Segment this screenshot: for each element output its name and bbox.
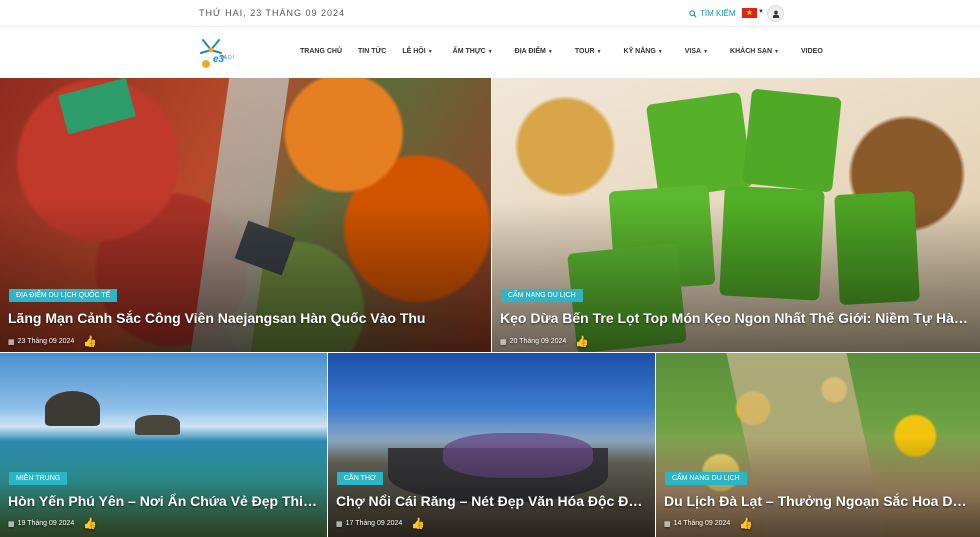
card-shade (0, 201, 491, 352)
top-bar: THỨ HAI, 23 THÁNG 09 2024 TÌM KIẾM ★ ▼ (0, 0, 980, 26)
nav-item-9[interactable]: VIDEO (801, 48, 823, 55)
thumbs-up-icon[interactable]: 👍 (411, 517, 425, 530)
nav-item-label: KHÁCH SẠN (730, 48, 773, 55)
green-candy-shape (742, 88, 842, 193)
nav-item-7[interactable]: VISA ▼ (685, 48, 708, 55)
calendar-icon: ▦ (336, 520, 343, 528)
card-shade (492, 201, 980, 352)
nav-item-label: KỸ NĂNG (623, 48, 656, 55)
user-icon[interactable] (767, 5, 784, 22)
category-badge[interactable]: CẨM NANG DU LỊCH (501, 289, 583, 302)
article-date: 17 Tháng 09 2024 (345, 520, 403, 527)
nav-item-5[interactable]: TOUR ▼ (575, 48, 602, 55)
calendar-icon: ▦ (8, 520, 15, 528)
article-card-da-lat[interactable]: CẨM NANG DU LỊCH Du Lịch Đà Lạt – Thưởng… (656, 353, 980, 537)
article-date: 20 Tháng 09 2024 (509, 338, 567, 345)
calendar-icon: ▦ (500, 338, 507, 346)
article-title[interactable]: Hòn Yến Phú Yên – Nơi Ẩn Chứa Vẻ Đẹp Thi… (8, 493, 320, 509)
calendar-icon: ▦ (8, 338, 15, 346)
green-candy-shape (645, 91, 754, 200)
article-meta: ▦ 14 Tháng 09 2024 👍 (664, 517, 753, 530)
nav-item-label: TOUR (574, 48, 595, 55)
article-date: 14 Tháng 09 2024 (673, 520, 731, 527)
search-icon (689, 9, 697, 18)
article-meta: ▦ 23 Tháng 09 2024 👍 (8, 335, 97, 348)
article-card-cho-noi[interactable]: CẦN THƠ Chợ Nổi Cái Răng – Nét Đẹp Văn H… (328, 353, 655, 537)
caret-down-icon: ▼ (774, 48, 779, 55)
nav-item-label: TIN TỨC (358, 48, 387, 55)
category-badge[interactable]: MIỀN TRUNG (9, 472, 68, 485)
nav-item-6[interactable]: KỸ NĂNG ▼ (624, 48, 663, 55)
language-caret-icon[interactable]: ▼ (758, 9, 764, 15)
article-date: 23 Tháng 09 2024 (17, 338, 75, 345)
nav-item-0[interactable]: TRANG CHỦ (300, 48, 342, 55)
search-label: TÌM KIẾM (700, 9, 736, 18)
thumbs-up-icon[interactable]: 👍 (83, 517, 97, 530)
rock-island-shape (135, 415, 180, 435)
thumbs-up-icon[interactable]: 👍 (575, 335, 589, 348)
calendar-icon: ▦ (664, 520, 671, 528)
article-meta: ▦ 17 Tháng 09 2024 👍 (336, 517, 425, 530)
article-date: 19 Tháng 09 2024 (17, 520, 75, 527)
nav-item-label: VISA (684, 48, 702, 55)
caret-down-icon: ▼ (487, 48, 493, 55)
thumbs-up-icon[interactable]: 👍 (83, 335, 97, 348)
rock-island-shape (45, 391, 100, 426)
article-card-keo-dua[interactable]: CẨM NANG DU LỊCH Kẹo Dừa Bến Tre Lọt Top… (492, 78, 980, 352)
main-menu: TRANG CHỦ TIN TỨC LỄ HỘI ▼ ẨM THỰC ▼ ĐỊA ĐIỂM ▼… (300, 48, 823, 55)
nav-item-label: VIDEO (801, 48, 823, 55)
site-logo[interactable]: e3 (197, 34, 243, 72)
caret-down-icon: ▼ (703, 48, 709, 55)
nav-item-3[interactable]: ẨM THỰC ▼ (453, 48, 493, 55)
article-card-naejangsan[interactable]: ĐỊA ĐIỂM DU LỊCH QUỐC TẾ Lãng Mạn Cảnh S… (0, 78, 491, 352)
category-badge[interactable]: CẦN THƠ (337, 472, 383, 485)
article-title[interactable]: Du Lịch Đà Lạt – Thưởng Ngoạn Sắc Hoa Dã… (664, 493, 974, 509)
main-navbar: e3 TADI TRANG CHỦ TIN TỨC LỄ HỘI ▼ ẨM THỰC ▼ Đ… (0, 26, 980, 78)
nav-item-label: LỄ HỘI (402, 48, 426, 55)
nav-item-8[interactable]: KHÁCH SẠN ▼ (730, 48, 779, 55)
article-card-hon-yen[interactable]: MIỀN TRUNG Hòn Yến Phú Yên – Nơi Ẩn Chứa… (0, 353, 327, 537)
thumbs-up-icon[interactable]: 👍 (739, 517, 753, 530)
category-badge[interactable]: ĐỊA ĐIỂM DU LỊCH QUỐC TẾ (9, 289, 118, 302)
nav-item-label: ẨM THỰC (452, 48, 486, 55)
logo-text: TADI (220, 55, 236, 61)
caret-down-icon: ▼ (547, 48, 553, 55)
current-date: THỨ HAI, 23 THÁNG 09 2024 (199, 8, 346, 18)
nav-item-1[interactable]: TIN TỨC (358, 48, 386, 55)
nav-item-label: TRANG CHỦ (300, 48, 342, 55)
nav-item-label: ĐỊA ĐIỂM (514, 48, 546, 55)
search-button[interactable]: TÌM KIẾM (689, 9, 736, 18)
vietnam-flag-icon[interactable]: ★ (742, 8, 757, 18)
caret-down-icon: ▼ (657, 48, 663, 55)
category-badge[interactable]: CẨM NANG DU LỊCH (665, 472, 747, 485)
nav-item-2[interactable]: LỄ HỘI ▼ (402, 48, 432, 55)
article-meta: ▦ 20 Tháng 09 2024 👍 (500, 335, 589, 348)
article-meta: ▦ 19 Tháng 09 2024 👍 (8, 517, 97, 530)
article-title[interactable]: Lãng Mạn Cảnh Sắc Công Viên Naejangsan H… (8, 310, 478, 326)
caret-down-icon: ▼ (596, 48, 602, 55)
article-title[interactable]: Chợ Nổi Cái Răng – Nét Đẹp Văn Hóa Độc Đ… (336, 493, 648, 509)
caret-down-icon: ▼ (427, 48, 433, 55)
article-title[interactable]: Kẹo Dừa Bến Tre Lọt Top Món Kẹo Ngon Nhấ… (500, 310, 972, 326)
nav-item-4[interactable]: ĐỊA ĐIỂM ▼ (515, 48, 553, 55)
